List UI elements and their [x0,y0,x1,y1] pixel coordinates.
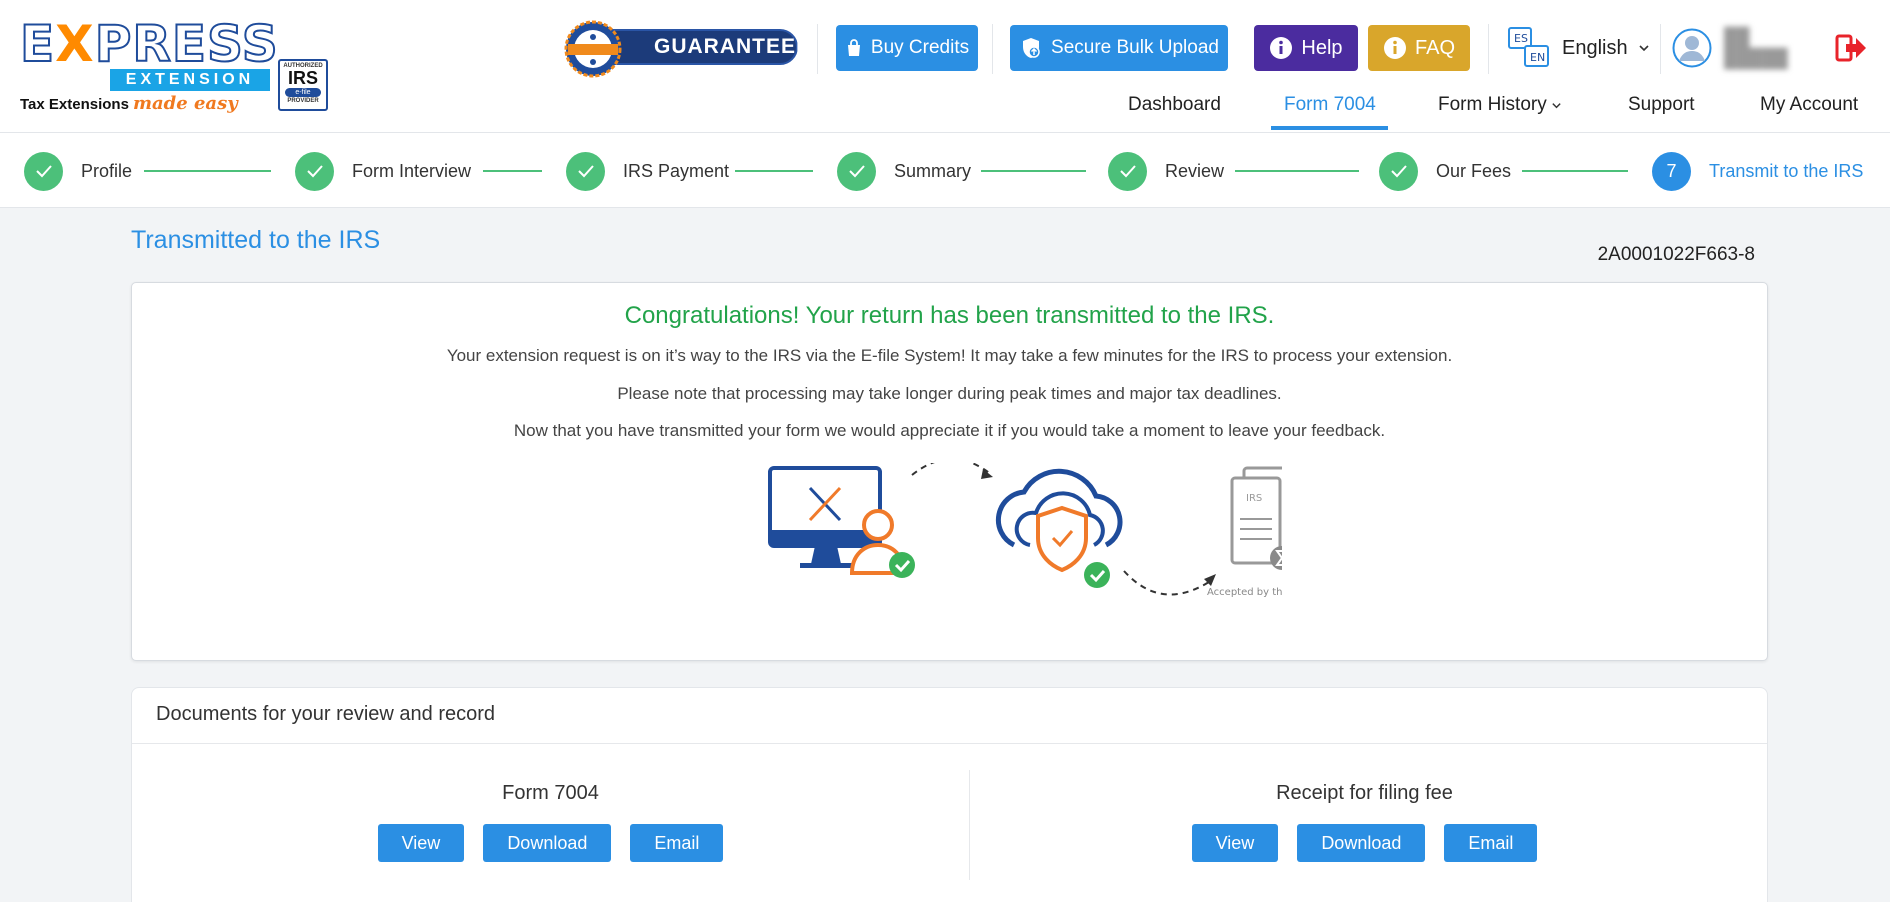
help-button[interactable]: Help [1254,25,1358,71]
main-nav: Dashboard Form 7004 Form History Support… [0,88,1890,132]
step-connector [981,170,1086,172]
download-button[interactable]: Download [1297,824,1426,862]
progress-stepper: Profile Form Interview IRS Payment Summa… [0,133,1890,208]
nav-dashboard[interactable]: Dashboard [1128,94,1221,116]
document-receipt-filing-fee: Receipt for filing fee View Download Ema… [946,782,1783,862]
check-icon [24,151,63,191]
user-name-redacted: ██ █████ [1724,27,1788,68]
check-icon [837,151,876,191]
nav-active-indicator [1271,126,1388,130]
accepted-by-irs-label: Accepted by the IRS [1207,587,1282,598]
check-icon [295,151,334,191]
step-label: Profile [81,160,133,181]
user-profile-menu[interactable]: ██ █████ [1672,26,1816,70]
language-translate-icon: ES EN [1508,27,1549,67]
secure-cloud-icon [995,468,1123,588]
language-selector[interactable]: ES EN English [1506,24,1650,72]
help-label: Help [1301,36,1343,59]
step-label: IRS Payment [623,160,730,181]
view-button[interactable]: View [1191,824,1279,862]
nav-form-history[interactable]: Form History [1438,94,1562,116]
guaranteed-label: GUARANTEED [594,29,811,65]
faq-label: FAQ [1414,36,1455,59]
step-connector [735,170,813,172]
transmission-confirmation-card: Congratulations! Your return has been tr… [131,282,1768,661]
step-our-fees[interactable]: Our Fees [1379,151,1511,191]
step-review[interactable]: Review [1108,151,1224,191]
guaranteed-badge: GUARANTEED [564,20,811,78]
confirmation-message: Your extension request is on it’s way to… [446,346,1453,365]
avatar-icon [1672,28,1712,68]
shopping-bag-icon [847,39,860,56]
submission-id: 2A0001022F663-8 [1597,244,1755,265]
step-summary[interactable]: Summary [837,151,971,191]
header-divider [992,24,993,74]
email-button[interactable]: Email [1444,824,1538,862]
faq-button[interactable]: FAQ [1368,25,1470,71]
language-selected: English [1562,36,1628,59]
transfer-arrow [1123,570,1213,596]
check-icon [1108,151,1147,191]
document-form-7004: Form 7004 View Download Email [132,782,969,862]
transmission-illustration: IRS Accepted by the IRS [768,463,1282,598]
document-name: Form 7004 [502,782,599,804]
check-icon [566,151,605,191]
header-divider [817,24,818,74]
step-connector [1235,170,1359,172]
app-header: EXPRESS EXTENSION Tax Extensions made eas… [0,0,1890,133]
info-icon [1383,37,1406,59]
svg-text:EN: EN [1530,51,1545,64]
step-form-interview[interactable]: Form Interview [295,151,471,191]
step-label: Form Interview [352,160,472,181]
step-label: Our Fees [1436,160,1512,181]
step-label: Summary [894,160,972,181]
approved-seal-icon [564,20,622,78]
step-label: Review [1165,160,1225,181]
step-connector [1522,170,1628,172]
secure-bulk-upload-button[interactable]: Secure Bulk Upload [1010,25,1228,71]
computer-user-icon [768,466,915,578]
nav-my-account[interactable]: My Account [1760,94,1858,116]
step-number: 7 [1652,151,1691,191]
congratulations-heading: Congratulations! Your return has been tr… [624,302,1275,329]
step-label: Transmit to the IRS [1709,160,1864,181]
logo-wordmark: EXPRESS [19,15,279,73]
step-transmit-to-irs[interactable]: 7 Transmit to the IRS [1652,151,1863,191]
buy-credits-button[interactable]: Buy Credits [836,25,978,71]
secure-bulk-upload-label: Secure Bulk Upload [1051,37,1219,58]
header-divider [1488,24,1489,74]
step-connector [144,170,271,172]
document-name: Receipt for filing fee [1276,782,1453,804]
view-button[interactable]: View [377,824,465,862]
documents-panel: Documents for your review and record For… [131,687,1768,902]
step-irs-payment[interactable]: IRS Payment [566,151,729,191]
logout-icon[interactable] [1834,31,1868,65]
feedback-request-message: Now that you have transmitted your form … [513,421,1386,440]
chevron-down-icon [1639,45,1649,52]
info-icon [1270,37,1293,59]
header-divider [1660,24,1661,74]
documents-panel-title: Documents for your review and record [156,703,496,725]
confirmation-message: Please note that processing may take lon… [617,384,1282,403]
step-connector [483,170,542,172]
buy-credits-label: Buy Credits [870,37,970,58]
secure-upload-shield-icon [1023,38,1040,58]
transfer-arrow [911,463,993,476]
panel-divider [132,743,1767,744]
download-button[interactable]: Download [483,824,612,862]
svg-text:ES: ES [1514,32,1528,45]
page-title: Transmitted to the IRS [131,226,381,254]
nav-form-7004[interactable]: Form 7004 [1284,94,1376,116]
email-button[interactable]: Email [630,824,724,862]
chevron-down-icon [1552,102,1561,108]
nav-support[interactable]: Support [1628,94,1695,116]
svg-text:IRS: IRS [1246,493,1262,504]
check-icon [1379,151,1418,191]
step-profile[interactable]: Profile [24,151,132,191]
irs-accepted-document-icon: IRS [1230,466,1282,570]
